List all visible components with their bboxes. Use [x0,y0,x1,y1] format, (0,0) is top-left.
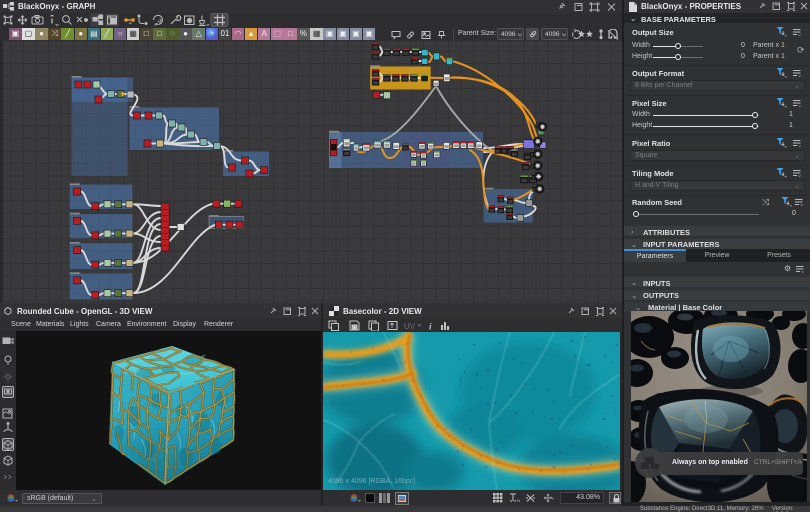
svg-text:i: i [429,322,432,332]
svg-text:4096 x 4096 [RGBA, 16bpc]: 4096 x 4096 [RGBA, 16bpc] [328,478,415,485]
svg-text:UV: UV [404,322,416,331]
svg-text:N: N [517,498,520,503]
